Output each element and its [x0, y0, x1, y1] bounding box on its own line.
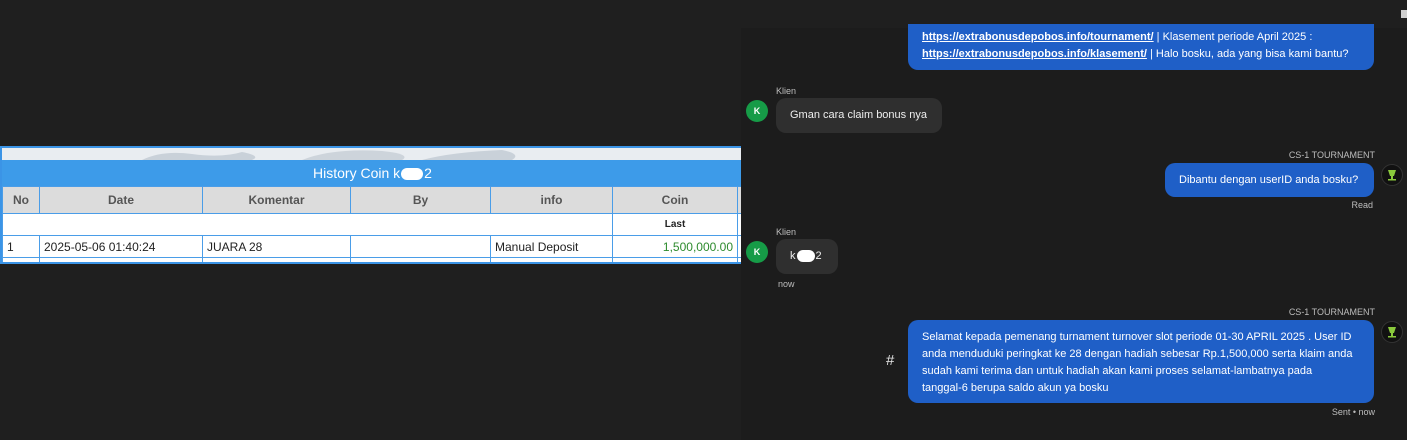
scroll-handle[interactable]: [1401, 10, 1407, 18]
header-komentar[interactable]: Komentar: [202, 186, 351, 214]
client-message: k2: [776, 239, 838, 274]
sender-label: CS-1 TOURNAMENT: [1288, 150, 1375, 160]
client-message-suffix: 2: [815, 250, 822, 262]
subheader-empty: [2, 213, 613, 236]
agent-message-links: https://extrabonusdepobos.info/tournamen…: [908, 24, 1374, 70]
header-date[interactable]: Date: [39, 186, 203, 214]
header-no[interactable]: No: [2, 186, 40, 214]
header-by[interactable]: By: [350, 186, 491, 214]
message-time: now: [778, 279, 795, 289]
cell-no: 1: [2, 235, 40, 258]
link-caption-2: | Halo bosku, ada yang bisa kami bantu?: [1146, 48, 1349, 60]
tournament-logo-icon: [1388, 170, 1396, 181]
table-row-partial: [2, 257, 743, 262]
klasement-link[interactable]: https://extrabonusdepobos.info/klasement…: [922, 48, 1147, 60]
message-line: sudah kami terima dan untuk hadiah akan …: [922, 365, 1313, 377]
world-map-decoration: [142, 150, 516, 160]
hash-symbol[interactable]: #: [886, 352, 894, 369]
coin-history-panel: History Coin k 2 No Date Komentar By info…: [0, 146, 745, 264]
sender-label: Klien: [776, 86, 797, 96]
header-coin[interactable]: Coin: [612, 186, 738, 214]
client-message-prefix: k: [790, 250, 796, 262]
subheader-last: Last: [612, 213, 738, 236]
coin-history-table: No Date Komentar By info Coin Last 1 202…: [2, 186, 743, 262]
table-row[interactable]: 1 2025-05-06 01:40:24 JUARA 28 Manual De…: [2, 235, 743, 258]
cell-by: [350, 235, 491, 258]
client-avatar: K: [746, 100, 768, 122]
cell-date: 2025-05-06 01:40:24: [39, 235, 203, 258]
agent-avatar: [1381, 164, 1403, 186]
sender-label: CS-1 TOURNAMENT: [1288, 307, 1375, 317]
message-line: anda menduduki peringkat ke 28 dengan ha…: [922, 348, 1353, 360]
client-avatar: K: [746, 241, 768, 263]
cell-coin: 1,500,000.00: [612, 235, 738, 258]
map-background-strip: [2, 148, 743, 160]
agent-message: Dibantu dengan userID anda bosku?: [1165, 163, 1374, 197]
agent-message-long: Selamat kepada pemenang turnament turnov…: [908, 320, 1374, 403]
table-title-suffix: 2: [424, 165, 432, 181]
header-info[interactable]: info: [490, 186, 613, 214]
message-line-1: https://extrabonusdepobos.info/tournamen…: [922, 29, 1360, 46]
table-header-row: No Date Komentar By info Coin: [2, 186, 743, 214]
tournament-link[interactable]: https://extrabonusdepobos.info/tournamen…: [922, 31, 1154, 43]
table-title: History Coin k 2: [2, 160, 743, 186]
agent-avatar: [1381, 321, 1403, 343]
cell-info: Manual Deposit: [490, 235, 613, 258]
sender-label: Klien: [776, 227, 797, 237]
cell-komentar: JUARA 28: [202, 235, 351, 258]
read-status: Read: [1351, 200, 1373, 210]
message-line: tanggal-6 berupa saldo akun ya bosku: [922, 382, 1109, 394]
client-message: Gman cara claim bonus nya: [776, 98, 942, 133]
table-subheader-row: Last: [2, 213, 743, 236]
sent-status: Sent • now: [1331, 407, 1375, 417]
link-caption-1: | Klasement periode April 2025 :: [1153, 31, 1313, 43]
tournament-logo-icon: [1388, 327, 1396, 338]
table-title-prefix: History Coin k: [313, 165, 401, 181]
redacted-username: [796, 250, 815, 263]
redacted-username: [401, 168, 424, 181]
message-line-2: https://extrabonusdepobos.info/klasement…: [922, 46, 1360, 63]
message-line: Selamat kepada pemenang turnament turnov…: [922, 331, 1352, 343]
